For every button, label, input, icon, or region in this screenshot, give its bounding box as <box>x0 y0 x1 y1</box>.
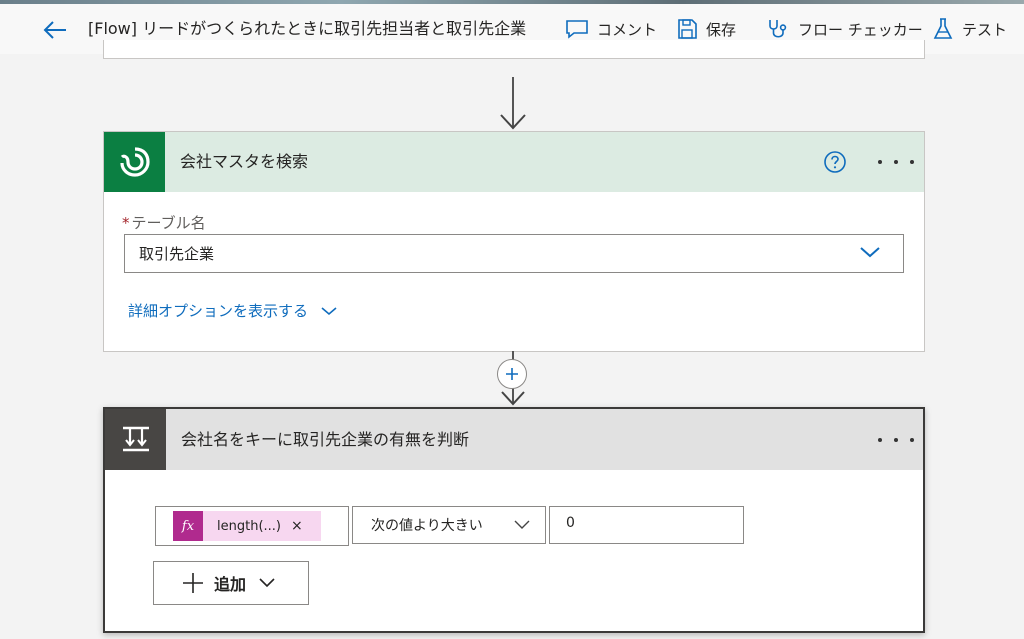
operator-label: 次の値より大きい <box>371 518 483 534</box>
arrow-down-icon <box>500 114 526 130</box>
table-name-label-text: テーブル名 <box>131 214 206 232</box>
table-name-value: 取引先企業 <box>139 245 215 263</box>
help-icon[interactable] <box>823 150 847 174</box>
add-label: 追加 <box>214 575 247 594</box>
condition-icon <box>122 426 149 451</box>
dataverse-icon-box <box>104 132 165 192</box>
insert-step-button[interactable] <box>497 359 527 389</box>
condition-icon-box <box>105 409 166 470</box>
dot-icon <box>878 438 882 442</box>
search-company-master-card: 会社マスタを検索 * テーブル名 取引先企業 詳細オプションを表示する <box>103 131 925 352</box>
token-label: length(...) <box>217 518 281 534</box>
test-label: テスト <box>962 20 1008 39</box>
card-header[interactable]: 会社名をキーに取引先企業の有無を判断 <box>105 409 923 470</box>
show-advanced-options-link[interactable]: 詳細オプションを表示する <box>128 300 338 321</box>
card-title: 会社マスタを検索 <box>180 152 309 171</box>
card-title: 会社名をキーに取引先企業の有無を判断 <box>181 430 470 449</box>
back-button[interactable] <box>40 16 70 44</box>
add-condition-button[interactable]: 追加 <box>153 561 309 605</box>
required-marker: * <box>122 214 130 232</box>
expression-token[interactable]: fx length(...) × <box>173 511 321 541</box>
condition-left-operand[interactable]: fx length(...) × <box>155 506 349 546</box>
save-icon <box>678 19 697 39</box>
flow-checker-label: フロー チェッカー <box>798 20 923 39</box>
flow-title: [Flow] リードがつくられたときに取引先担当者と取引先企業 <box>88 19 527 38</box>
plus-icon <box>183 573 203 593</box>
condition-value: 0 <box>566 515 575 531</box>
fx-icon: fx <box>173 511 203 541</box>
chevron-down-icon <box>514 520 530 529</box>
comment-icon <box>566 20 588 39</box>
dataverse-icon <box>119 147 150 177</box>
dot-icon <box>894 438 898 442</box>
test-button[interactable]: テスト <box>932 15 1007 43</box>
save-button[interactable]: 保存 <box>676 15 736 43</box>
chevron-down-icon <box>860 247 880 258</box>
comment-label: コメント <box>597 20 658 39</box>
dot-icon <box>878 160 882 164</box>
arrow-left-icon <box>43 21 66 39</box>
remove-token-button[interactable]: × <box>291 518 303 534</box>
stethoscope-icon <box>769 20 787 38</box>
flow-checker-button[interactable]: フロー チェッカー <box>766 15 923 43</box>
condition-card: 会社名をキーに取引先企業の有無を判断 fx length(...) × 次の値よ… <box>103 407 925 633</box>
previous-action-card <box>103 40 925 59</box>
save-label: 保存 <box>706 20 737 39</box>
chevron-down-icon <box>321 306 337 315</box>
advanced-options-label: 詳細オプションを表示する <box>128 302 309 320</box>
flask-icon <box>933 18 953 39</box>
comment-button[interactable]: コメント <box>565 15 657 43</box>
table-name-label: * テーブル名 <box>122 212 206 233</box>
dot-icon <box>910 160 914 164</box>
chevron-down-icon <box>259 578 275 588</box>
card-header[interactable]: 会社マスタを検索 <box>104 132 924 192</box>
more-options-button[interactable] <box>878 430 914 450</box>
condition-right-operand[interactable]: 0 <box>549 506 744 544</box>
table-name-select[interactable]: 取引先企業 <box>124 234 904 273</box>
dot-icon <box>910 438 914 442</box>
more-options-button[interactable] <box>878 152 914 172</box>
plus-icon <box>506 368 518 380</box>
arrow-down-icon <box>501 391 525 406</box>
condition-operator-select[interactable]: 次の値より大きい <box>352 506 546 544</box>
dot-icon <box>894 160 898 164</box>
